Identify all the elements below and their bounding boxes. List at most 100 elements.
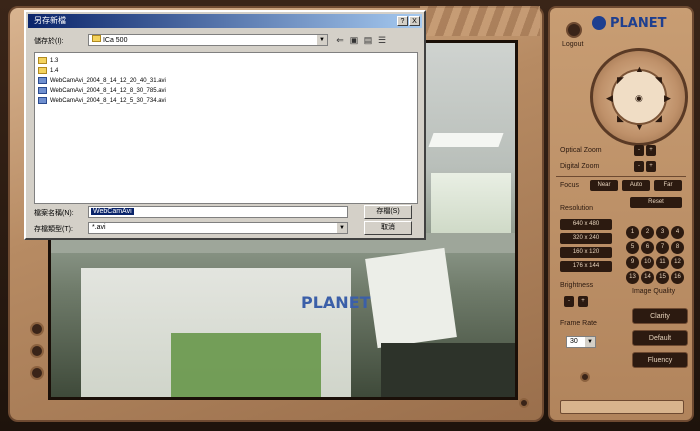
preset-button[interactable]: 16 <box>671 271 684 284</box>
status-bar <box>560 400 684 414</box>
record-indicator[interactable] <box>519 398 529 408</box>
cancel-button[interactable]: 取消 <box>364 221 412 235</box>
file-name: WebCamAvi_2004_8_14_12_8_30_785.avi <box>50 87 166 94</box>
preset-button[interactable]: 3 <box>656 226 669 239</box>
preset-button[interactable]: 5 <box>626 241 639 254</box>
chevron-down-icon[interactable]: ▼ <box>317 35 327 45</box>
reset-button[interactable]: Reset <box>630 197 682 208</box>
planet-logo-icon <box>592 16 606 30</box>
pan-downright-icon[interactable]: ◢ <box>655 113 662 124</box>
focus-auto-button[interactable]: Auto <box>622 180 650 191</box>
save-in-select[interactable]: ICa 500 ▼ <box>88 34 328 46</box>
brightness-label: Brightness <box>560 282 594 289</box>
filename-value: WebCamAvi <box>91 208 134 215</box>
back-icon[interactable]: ⇐ <box>334 34 346 46</box>
ptz-dial[interactable]: ▲ ▼ ◀ ▶ ◤ ◥ ◣ ◢ ◉ <box>590 48 688 146</box>
file-name: 1.3 <box>50 57 59 64</box>
list-item[interactable]: WebCamAvi_2004_8_14_12_20_40_31.avi <box>38 77 166 84</box>
preset-button[interactable]: 9 <box>626 256 639 269</box>
preset-button[interactable]: 2 <box>641 226 654 239</box>
brightness-plus[interactable]: + <box>578 296 588 307</box>
list-item[interactable]: WebCamAvi_2004_8_14_12_5_30_734.avi <box>38 97 166 104</box>
logout-icon[interactable] <box>566 22 582 38</box>
focus-near-button[interactable]: Near <box>590 180 618 191</box>
list-item[interactable]: 1.4 <box>38 67 58 74</box>
optical-zoom-minus[interactable]: - <box>634 145 644 156</box>
optical-zoom-plus[interactable]: + <box>646 145 656 156</box>
side-button-2[interactable] <box>30 344 44 358</box>
list-item[interactable]: WebCamAvi_2004_8_14_12_8_30_785.avi <box>38 87 166 94</box>
save-as-dialog: 另存新檔 ? X 儲存於(I): ICa 500 ▼ ⇐ ▣ ▤ ☰ 1.3 1… <box>24 10 426 240</box>
folder-icon <box>38 67 47 74</box>
frame-rate-value: 30 <box>570 338 578 345</box>
preset-button[interactable]: 14 <box>641 271 654 284</box>
clarity-button[interactable]: Clarity <box>632 308 688 324</box>
avi-file-icon <box>38 97 47 104</box>
save-button[interactable]: 存檔(S) <box>364 205 412 219</box>
view-menu-icon[interactable]: ☰ <box>376 34 388 46</box>
digital-zoom-minus[interactable]: - <box>634 161 644 172</box>
filetype-select[interactable]: *.avi ▼ <box>88 222 348 234</box>
desk-area <box>381 343 515 397</box>
preset-button[interactable]: 10 <box>641 256 654 269</box>
pan-right-icon[interactable]: ▶ <box>664 93 671 104</box>
logout-label[interactable]: Logout <box>562 41 583 48</box>
side-button-1[interactable] <box>30 322 44 336</box>
pan-left-icon[interactable]: ◀ <box>606 93 613 104</box>
digital-zoom-label: Digital Zoom <box>560 163 600 170</box>
preset-button[interactable]: 4 <box>671 226 684 239</box>
resolution-320[interactable]: 320 x 240 <box>560 233 612 244</box>
pan-down-icon[interactable]: ▼ <box>635 122 644 132</box>
preset-button[interactable]: 13 <box>626 271 639 284</box>
chevron-down-icon[interactable]: ▼ <box>585 337 595 347</box>
folder-icon <box>38 57 47 64</box>
default-button[interactable]: Default <box>632 330 688 346</box>
pan-up-icon[interactable]: ▲ <box>635 64 644 74</box>
brightness-minus[interactable]: - <box>564 296 574 307</box>
pan-downleft-icon[interactable]: ◣ <box>617 113 624 124</box>
snapshot-icon[interactable] <box>580 372 590 382</box>
bezel-decoration <box>420 6 540 36</box>
resolution-176[interactable]: 176 x 144 <box>560 261 612 272</box>
preset-button[interactable]: 1 <box>626 226 639 239</box>
home-icon[interactable]: ◉ <box>635 93 643 104</box>
avi-file-icon <box>38 87 47 94</box>
pan-upleft-icon[interactable]: ◤ <box>617 75 624 86</box>
file-list: 1.3 1.4 WebCamAvi_2004_8_14_12_20_40_31.… <box>34 52 418 204</box>
poster-graphic <box>171 333 321 397</box>
up-folder-icon[interactable]: ▣ <box>348 34 360 46</box>
preset-button[interactable]: 6 <box>641 241 654 254</box>
filename-field[interactable]: WebCamAvi <box>88 206 348 218</box>
resolution-label: Resolution <box>560 205 594 212</box>
digital-zoom-plus[interactable]: + <box>646 161 656 172</box>
fluency-button[interactable]: Fluency <box>632 352 688 368</box>
dialog-titlebar: 另存新檔 ? X <box>28 14 422 28</box>
frame-rate-select[interactable]: 30 ▼ <box>566 336 596 348</box>
pan-upright-icon[interactable]: ◥ <box>655 75 662 86</box>
focus-far-button[interactable]: Far <box>654 180 682 191</box>
control-panel: Logout PLANET ▲ ▼ ◀ ▶ ◤ ◥ ◣ ◢ ◉ Optical … <box>548 6 694 422</box>
side-button-3[interactable] <box>30 366 44 380</box>
resolution-640[interactable]: 640 x 480 <box>560 219 612 230</box>
panel-divider <box>556 176 686 177</box>
preset-button[interactable]: 11 <box>656 256 669 269</box>
preset-grid: 1 2 3 4 5 6 7 8 9 10 11 12 13 14 15 16 <box>626 226 688 284</box>
preset-button[interactable]: 8 <box>671 241 684 254</box>
optical-zoom-label: Optical Zoom <box>560 147 602 154</box>
new-folder-icon[interactable]: ▤ <box>362 34 374 46</box>
dialog-title: 另存新檔 <box>34 16 66 25</box>
preset-button[interactable]: 15 <box>656 271 669 284</box>
filetype-label: 存檔類型(T): <box>34 226 73 233</box>
focus-label: Focus <box>560 182 580 189</box>
help-button[interactable]: ? <box>397 16 408 26</box>
chevron-down-icon[interactable]: ▼ <box>337 223 347 233</box>
planet-logo: PLANET <box>610 16 667 31</box>
file-name: 1.4 <box>50 67 59 74</box>
preset-button[interactable]: 7 <box>656 241 669 254</box>
save-in-value: ICa 500 <box>102 37 128 44</box>
list-item[interactable]: 1.3 <box>38 57 58 64</box>
video-watermark: PLANET <box>301 293 371 312</box>
preset-button[interactable]: 12 <box>671 256 684 269</box>
resolution-160[interactable]: 160 x 120 <box>560 247 612 258</box>
close-button[interactable]: X <box>409 16 420 26</box>
